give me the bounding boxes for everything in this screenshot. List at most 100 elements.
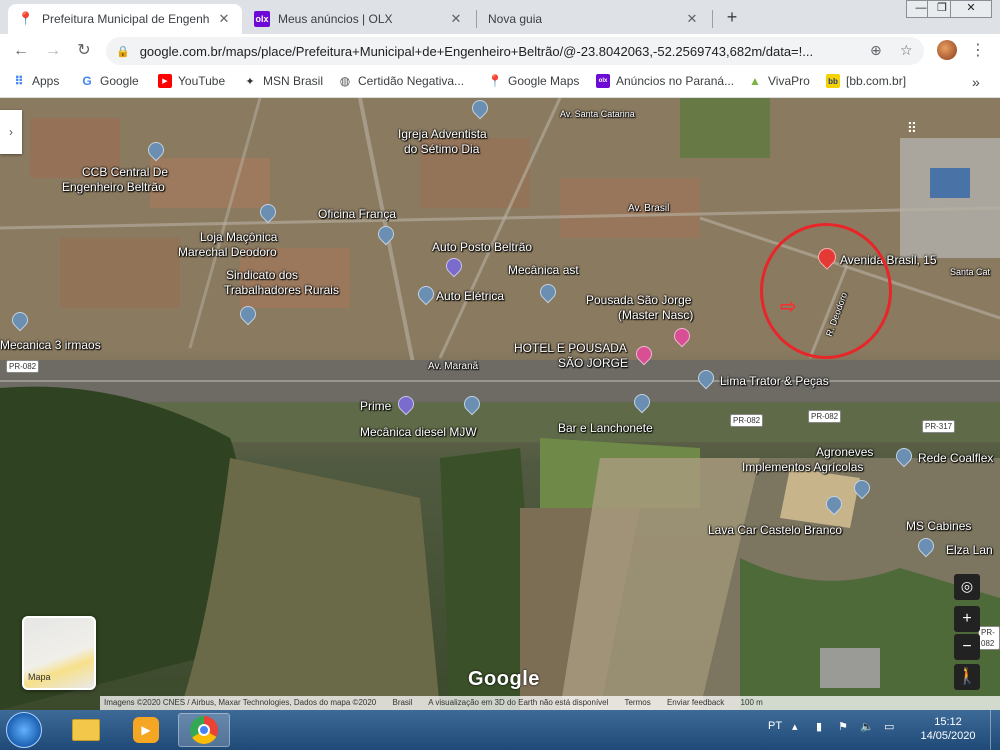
tab-divider [712, 10, 713, 28]
map-label[interactable]: Bar e Lanchonete [558, 422, 653, 435]
bookmark-google[interactable]: G Google [80, 74, 139, 88]
tab-nova-guia[interactable]: Nova guia ✕ [478, 4, 710, 34]
feedback-link[interactable]: Enviar feedback [667, 698, 724, 707]
street-label: Santa Cat [950, 267, 991, 277]
map-label[interactable]: Trabalhadores Rurais [224, 284, 339, 297]
map-label[interactable]: do Sétimo Dia [404, 143, 479, 156]
bookmark-label: VivaPro [768, 74, 810, 88]
map-label[interactable]: Loja Maçônica [200, 231, 277, 244]
map-label[interactable]: Pousada São Jorge [586, 294, 691, 307]
map-label[interactable]: CCB Central De [82, 166, 168, 179]
chrome-taskbar-button[interactable] [178, 713, 230, 747]
clock[interactable]: 15:12 14/05/2020 [920, 715, 976, 743]
terms-link[interactable]: Termos [624, 698, 650, 707]
map-label[interactable]: Engenheiro Beltrão [62, 181, 165, 194]
tray-expand-icon[interactable]: ▴ [792, 720, 798, 733]
speaker-icon[interactable]: 🔈 [860, 720, 874, 733]
map-label[interactable]: MS Cabines [906, 520, 971, 533]
star-icon[interactable]: ☆ [900, 42, 913, 59]
bookmarks-more-button[interactable]: » [972, 74, 980, 90]
map-label[interactable]: Auto Elétrica [436, 290, 504, 303]
map-label[interactable]: Auto Posto Beltrão [432, 241, 532, 254]
map-label[interactable]: Sindicato dos [226, 269, 298, 282]
tab-title: Nova guia [488, 12, 543, 26]
add-search-icon[interactable]: ⊕ [870, 42, 882, 59]
bookmark-google-maps[interactable]: 📍 Google Maps [488, 74, 580, 88]
power-icon[interactable]: ▭ [884, 720, 894, 733]
flag-icon[interactable]: ⚑ [838, 720, 848, 733]
bookmarks-bar: ⠿ Apps G Google ▶ YouTube ✦ MSN Brasil ◍… [0, 68, 1000, 98]
map-label[interactable]: Marechal Deodoro [178, 246, 277, 259]
map-label[interactable]: Mecanica 3 irmaos [0, 339, 101, 352]
map-label[interactable]: Lava Car Castelo Branco [708, 524, 842, 537]
bookmark-label: YouTube [178, 74, 226, 88]
chrome-icon [190, 716, 218, 744]
bookmark-label: Certidão Negativa... [358, 74, 465, 88]
file-explorer-button[interactable] [60, 713, 112, 747]
bookmark-label: Google Maps [508, 74, 580, 88]
map-canvas[interactable]: › ⠿ Igreja Adventista do Sétimo Dia CCB … [0, 98, 1000, 710]
tab-olx[interactable]: olx Meus anúncios | OLX ✕ [244, 4, 474, 34]
language-indicator[interactable]: PT [768, 720, 782, 732]
zoom-in-button[interactable]: + [954, 606, 980, 632]
zoom-out-button[interactable]: − [954, 634, 980, 660]
reload-icon[interactable]: ↻ [73, 40, 95, 62]
map-label[interactable]: Implementos Agrícolas [742, 461, 863, 474]
bookmark-anuncios[interactable]: olx Anúncios no Paraná... [596, 74, 734, 88]
clock-date: 14/05/2020 [920, 730, 976, 742]
map-label[interactable]: Elza Lan [946, 544, 993, 557]
windows-taskbar: ▶ PT ▴ ▮ ⚑ 🔈 ▭ 15:12 14/05/2020 [0, 710, 1000, 750]
map-label[interactable]: SÃO JORGE [558, 357, 628, 370]
map-label[interactable]: (Master Nasc) [618, 309, 693, 322]
map-label[interactable]: Lima Trator & Peças [720, 375, 829, 388]
bookmark-apps[interactable]: ⠿ Apps [12, 74, 59, 88]
map-attribution: Imagens ©2020 CNES / Airbus, Maxar Techn… [100, 696, 1000, 710]
google-icon: G [82, 74, 92, 88]
close-icon[interactable]: ✕ [448, 11, 464, 27]
map-label[interactable]: Agroneves [816, 446, 873, 459]
msn-icon: ✦ [245, 75, 255, 88]
map-label[interactable]: Rede Coalflex [918, 452, 993, 465]
map-label[interactable]: Prime [360, 400, 391, 413]
folder-icon [72, 719, 100, 741]
menu-dots-icon[interactable]: ⋮ [970, 40, 986, 60]
bookmark-youtube[interactable]: ▶ YouTube [158, 74, 225, 88]
layers-toggle[interactable]: Mapa [22, 616, 96, 690]
back-arrow-icon[interactable]: ← [10, 40, 32, 62]
bookmark-label: Google [100, 74, 139, 88]
side-panel-toggle[interactable]: › [0, 110, 22, 154]
new-tab-button[interactable]: + [720, 6, 744, 30]
apps-grid-icon[interactable]: ⠿ [902, 120, 922, 140]
map-label[interactable]: HOTEL E POUSADA [514, 342, 627, 355]
map-label[interactable]: Mecânica ast [508, 264, 579, 277]
bookmark-msn[interactable]: ✦ MSN Brasil [243, 74, 323, 88]
network-icon[interactable]: ▮ [816, 720, 822, 733]
imagery-credit: Imagens ©2020 CNES / Airbus, Maxar Techn… [104, 698, 377, 707]
start-button[interactable] [6, 712, 42, 748]
map-label[interactable]: Igreja Adventista [398, 128, 487, 141]
layers-label: Mapa [28, 672, 51, 682]
bookmark-certidao[interactable]: ◍ Certidão Negativa... [338, 74, 464, 88]
forward-arrow-icon[interactable]: → [42, 40, 64, 62]
bookmark-bb[interactable]: bb [bb.com.br] [826, 74, 906, 88]
clock-time: 15:12 [934, 716, 962, 728]
avatar[interactable] [937, 40, 957, 60]
media-player-button[interactable]: ▶ [120, 713, 172, 747]
lock-icon: 🔒 [116, 45, 130, 58]
bookmark-vivapro[interactable]: ▲ VivaPro [748, 74, 810, 88]
tab-strip: 📍 Prefeitura Municipal de Engenhe ✕ olx … [0, 0, 1000, 34]
street-view-pegman-icon[interactable]: 🚶 [954, 664, 980, 690]
show-desktop-button[interactable] [990, 710, 1000, 750]
street-label: Av. Brasil [628, 203, 670, 214]
close-icon[interactable]: ✕ [216, 11, 232, 27]
tab-prefeitura[interactable]: 📍 Prefeitura Municipal de Engenhe ✕ [8, 4, 242, 34]
close-icon[interactable]: ✕ [684, 11, 700, 27]
region-link[interactable]: Brasil [392, 698, 412, 707]
address-bar[interactable]: 🔒 google.com.br/maps/place/Prefeitura+Mu… [106, 37, 924, 65]
scale-bar[interactable]: 100 m [741, 698, 763, 707]
my-location-button[interactable]: ◎ [954, 574, 980, 600]
close-window-button[interactable]: ✕ [950, 0, 992, 18]
map-label[interactable]: Oficina França [318, 208, 396, 221]
map-label[interactable]: Mecânica diesel MJW [360, 426, 477, 439]
globe-icon: ◍ [339, 74, 351, 88]
